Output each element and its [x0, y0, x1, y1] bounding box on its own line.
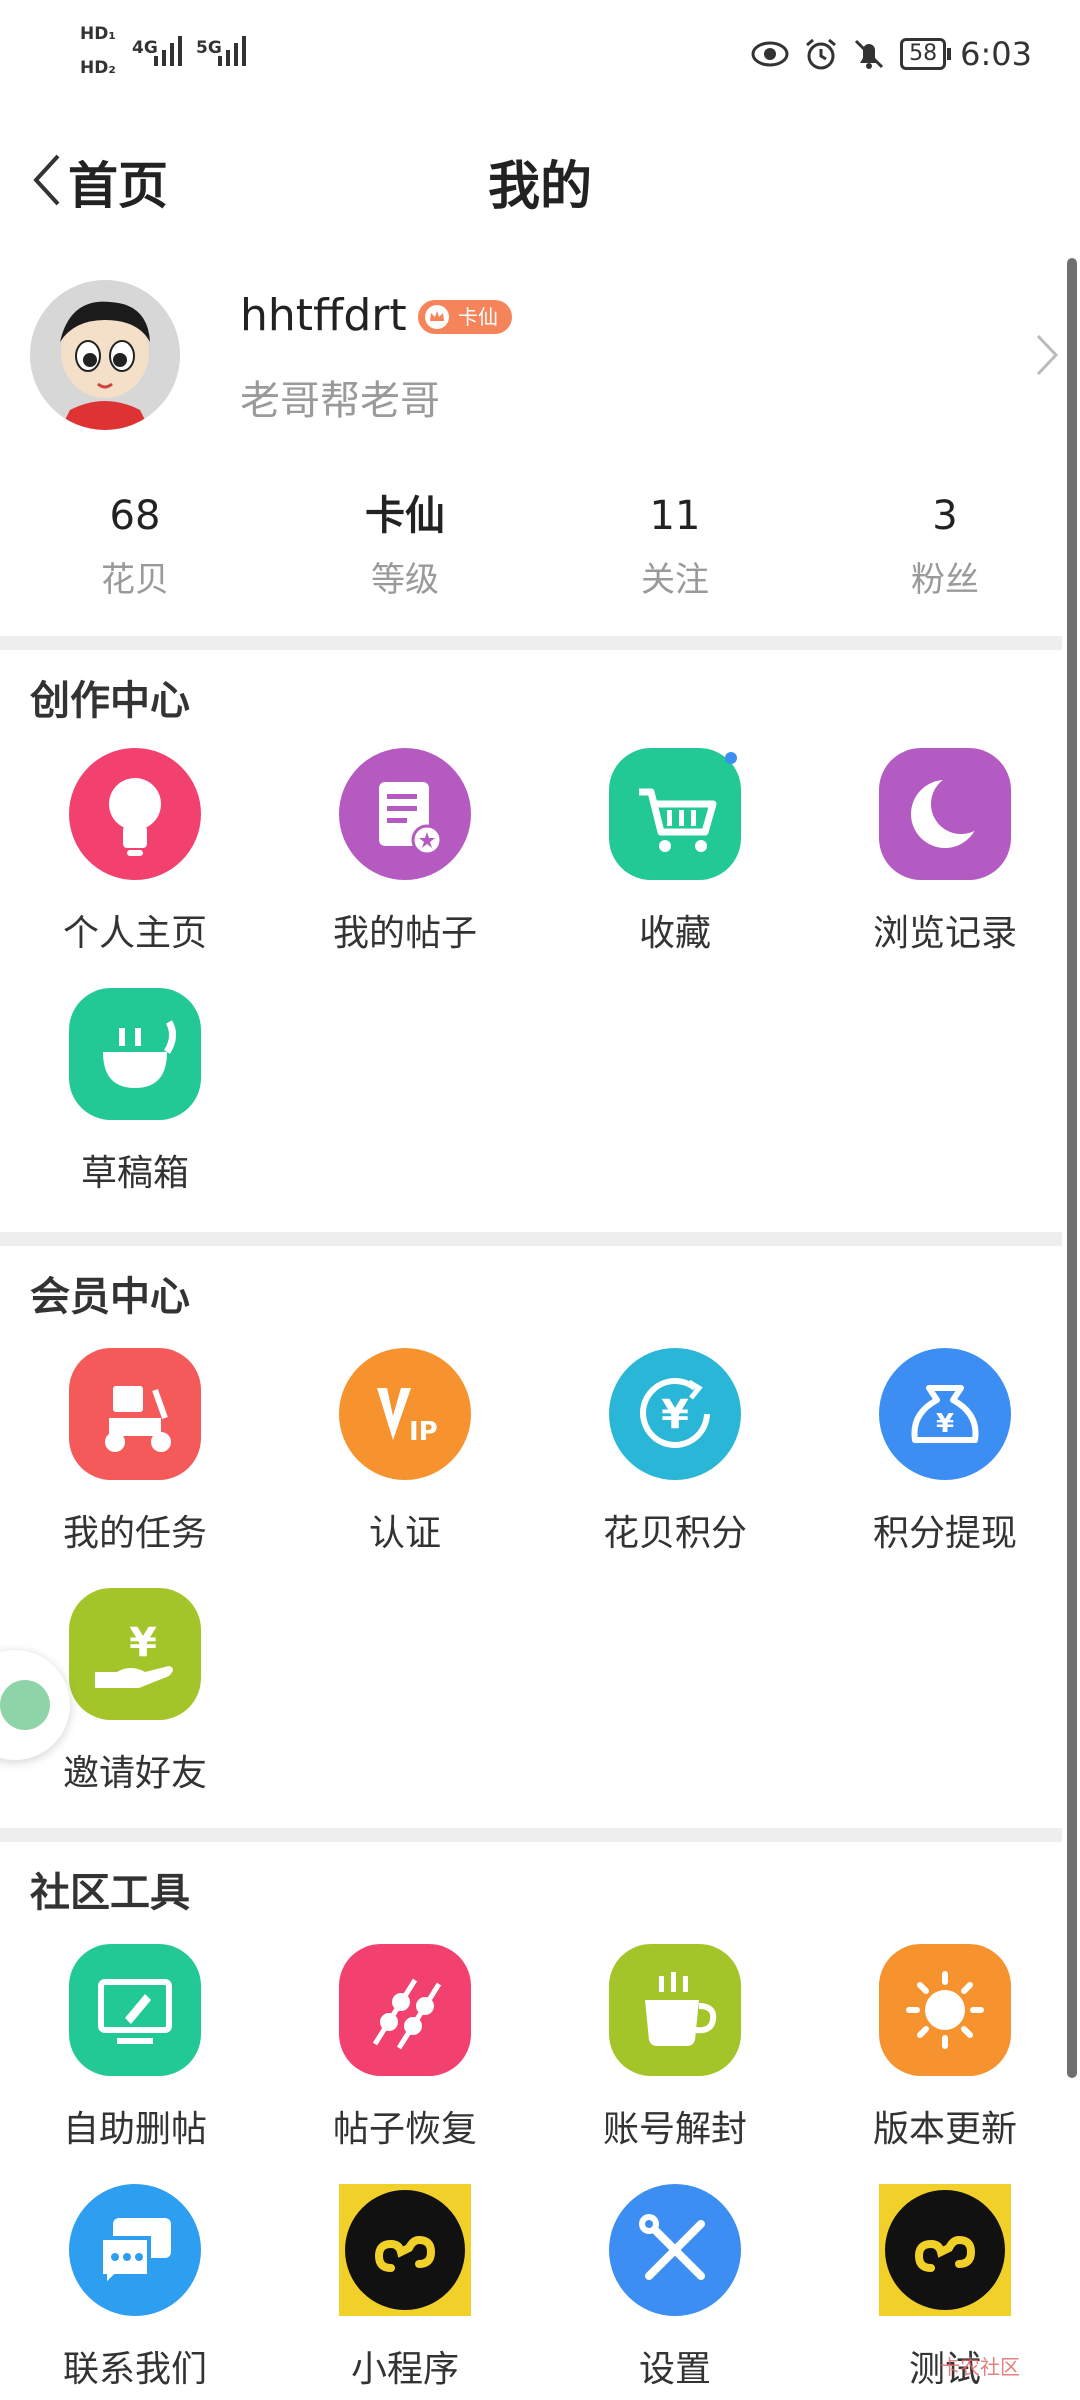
stat-huabei[interactable]: 68 花贝: [0, 490, 270, 610]
level-badge: 卡仙: [418, 300, 512, 334]
menu-item-label: 小程序: [350, 2349, 459, 2390]
menu-item-label: 版本更新: [872, 2109, 1017, 2150]
menu-item-label: 我的任务: [62, 1513, 207, 1554]
stat-value: 卡仙: [365, 492, 445, 539]
coffee-cup-icon: [609, 1944, 741, 2076]
vip-icon: IP: [339, 1348, 471, 1480]
menu-item-withdraw[interactable]: ¥ 积分提现: [810, 1348, 1080, 1556]
stat-value: 68: [109, 493, 161, 539]
menu-item-label: 积分提现: [872, 1513, 1017, 1554]
section-divider: [0, 1232, 1062, 1246]
wrench-screwdriver-icon: [609, 2184, 741, 2316]
chevron-right-icon[interactable]: [1032, 330, 1062, 380]
signal-icon: [218, 36, 246, 66]
menu-item-mini-program[interactable]: 小程序: [270, 2184, 540, 2392]
menu-item-label: 设置: [638, 2349, 711, 2390]
menu-item-version-update[interactable]: 版本更新: [810, 1944, 1080, 2152]
menu-item-delete-post[interactable]: 自助删帖: [0, 1944, 270, 2152]
menu-item-label: 花贝积分: [602, 1513, 747, 1554]
lightbulb-icon: [69, 748, 201, 880]
stat-level[interactable]: 卡仙 等级: [270, 490, 540, 610]
svg-text:¥: ¥: [661, 1392, 689, 1438]
avatar[interactable]: [30, 280, 180, 430]
hd2-indicator: HD₂: [80, 58, 116, 78]
stat-label: 关注: [641, 560, 709, 600]
menu-item-my-tasks[interactable]: 我的任务: [0, 1348, 270, 1556]
menu-item-label: 账号解封: [602, 2109, 747, 2150]
hand-yen-icon: ¥: [69, 1588, 201, 1720]
stat-label: 等级: [371, 560, 439, 600]
profile-stats: 68 花贝 卡仙 等级 11 关注 3 粉丝: [0, 490, 1080, 610]
menu-item-contact-us[interactable]: 联系我们: [0, 2184, 270, 2392]
skewer-icon: [339, 1944, 471, 2076]
stat-fans[interactable]: 3 粉丝: [810, 490, 1080, 610]
section-divider: [0, 1828, 1062, 1842]
alarm-icon: [806, 38, 837, 70]
menu-item-label: 联系我们: [62, 2349, 207, 2390]
eye-icon: [751, 41, 789, 67]
mini-program-icon: [879, 2184, 1011, 2316]
top-nav-bar: 首页 我的: [0, 130, 1080, 230]
stat-value: 3: [932, 493, 958, 539]
menu-item-label: 浏览记录: [872, 913, 1017, 954]
document-icon: [339, 748, 471, 880]
profile-card[interactable]: hhtffdrt 卡仙 老哥帮老哥: [0, 270, 1080, 450]
menu-item-label: 草稿箱: [80, 1153, 189, 1194]
menu-item-label: 收藏: [638, 913, 711, 954]
section-title-creation: 创作中心: [30, 677, 190, 724]
menu-item-label: 自助删帖: [62, 2109, 207, 2150]
draft-box-icon: [69, 988, 201, 1120]
menu-item-unban-account[interactable]: 账号解封: [540, 1944, 810, 2152]
menu-item-my-posts[interactable]: 我的帖子: [270, 748, 540, 956]
scrollbar[interactable]: [1067, 258, 1077, 2078]
stat-following[interactable]: 11 关注: [540, 490, 810, 610]
money-bag-icon: ¥: [879, 1348, 1011, 1480]
menu-item-drafts[interactable]: 草稿箱: [0, 988, 270, 1196]
crown-icon: [425, 305, 449, 329]
stat-value: 11: [649, 493, 701, 539]
menu-item-label: 个人主页: [62, 913, 207, 954]
menu-item-points[interactable]: ¥ 花贝积分: [540, 1348, 810, 1556]
menu-item-settings[interactable]: 设置: [540, 2184, 810, 2392]
stat-label: 花贝: [101, 560, 169, 600]
status-bar: HD₁ HD₂ 4G 5G 58 6:03: [0, 0, 1080, 110]
username: hhtffdrt: [240, 290, 407, 341]
menu-item-favorites[interactable]: 收藏: [540, 748, 810, 956]
battery-indicator: 58: [900, 38, 952, 70]
menu-item-label: 帖子恢复: [332, 2109, 477, 2150]
profile-signature: 老哥帮老哥: [240, 378, 440, 424]
mini-program-icon: [339, 2184, 471, 2316]
menu-item-history[interactable]: 浏览记录: [810, 748, 1080, 956]
signal-icon: [154, 36, 182, 66]
moon-icon: [879, 748, 1011, 880]
watermark: 卡农社区: [940, 2355, 1020, 2379]
section-divider: [0, 636, 1062, 650]
chat-icon: [0, 1680, 50, 1730]
stat-label: 粉丝: [911, 560, 979, 600]
monitor-edit-icon: [69, 1944, 201, 2076]
clock: 6:03: [960, 35, 1032, 73]
menu-item-profile-page[interactable]: 个人主页: [0, 748, 270, 956]
svg-text:IP: IP: [409, 1417, 438, 1447]
section-title-membership: 会员中心: [30, 1273, 190, 1320]
scooter-icon: [69, 1348, 201, 1480]
section-title-community-tools: 社区工具: [30, 1869, 190, 1916]
mute-bell-icon: [855, 39, 884, 69]
chat-bubbles-icon: [69, 2184, 201, 2316]
svg-text:¥: ¥: [129, 1620, 157, 1666]
page-title: 我的: [487, 156, 592, 217]
sun-icon: [879, 1944, 1011, 2076]
yen-coin-icon: ¥: [609, 1348, 741, 1480]
level-badge-label: 卡仙: [458, 305, 498, 329]
menu-item-verification[interactable]: IP 认证: [270, 1348, 540, 1556]
cart-icon: [609, 748, 741, 880]
menu-item-restore-post[interactable]: 帖子恢复: [270, 1944, 540, 2152]
hd1-indicator: HD₁: [80, 24, 116, 44]
svg-text:¥: ¥: [936, 1409, 954, 1439]
menu-item-label: 我的帖子: [332, 913, 477, 954]
menu-item-label: 认证: [368, 1513, 441, 1554]
